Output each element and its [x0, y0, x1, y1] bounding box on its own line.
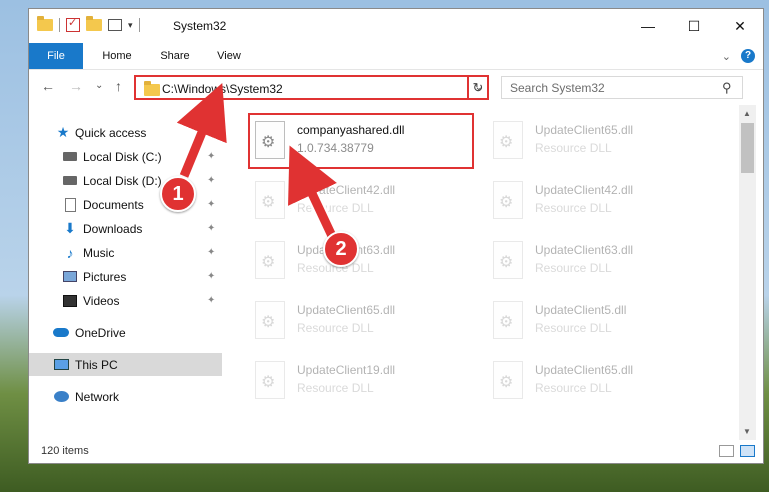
callout-1: 1: [160, 176, 196, 212]
arrow-1: [176, 83, 227, 178]
annotation-arrows: [176, 83, 339, 243]
callout-2: 2: [323, 231, 359, 267]
arrow-2: [288, 145, 337, 238]
